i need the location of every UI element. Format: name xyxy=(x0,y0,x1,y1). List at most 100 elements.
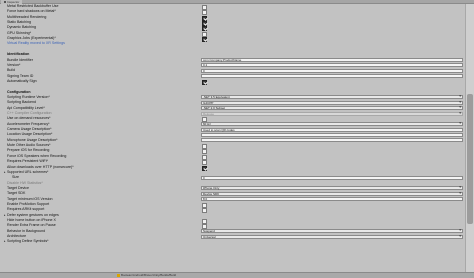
foldout-arrow-icon[interactable]: ▸ xyxy=(4,213,6,218)
setting-row-metal-restricted-backbuffer-use[interactable]: Metal Restricted Backbuffer Use xyxy=(0,4,465,10)
setting-label: Version* xyxy=(7,62,21,67)
setting-label: Scripting Define Symbols* xyxy=(7,239,49,244)
setting-row-target-sdk[interactable]: Target SDK Device SDK xyxy=(0,191,465,196)
setting-row-size[interactable]: Size 0 xyxy=(0,175,465,180)
setting-row-virtual-reality-moved-to-xr-settings[interactable]: Virtual Reality moved to XR Settings xyxy=(0,41,465,46)
inspector-icon xyxy=(4,1,6,3)
setting-label: Static Batching xyxy=(7,20,31,25)
setting-row-requires-arkit-support[interactable]: Requires ARKit support xyxy=(0,207,465,214)
setting-row-requires-persistent-wifi[interactable]: Requires Persistent WiFi* xyxy=(0,159,465,166)
setting-row-configuration: Configuration xyxy=(0,90,465,95)
setting-row-architecture[interactable]: Architecture Universal xyxy=(0,234,465,239)
foldout-arrow-icon[interactable]: ▸ xyxy=(4,239,6,244)
setting-row-spacer xyxy=(0,47,465,52)
setting-row-bundle-identifier[interactable]: Bundle Identifier com.Company.ProductName xyxy=(0,58,465,63)
player-settings-panel: Metal Restricted Backbuffer Use Force har… xyxy=(0,4,465,272)
dropdown[interactable]: 60 Hz xyxy=(201,122,463,127)
text-field[interactable] xyxy=(201,138,463,143)
setting-label: Requires ARKit support xyxy=(7,207,45,212)
dropdown[interactable]: Universal xyxy=(201,234,463,239)
setting-label: Architecture xyxy=(7,234,27,239)
setting-row-force-hard-shadows-on-metal[interactable]: Force hard shadows on Metal* xyxy=(0,9,465,16)
setting-row-hide-home-button-on-iphone-x[interactable]: Hide home button on iPhone X xyxy=(0,218,465,224)
setting-row-gpu-skinning[interactable]: GPU Skinning* xyxy=(0,31,465,37)
dropdown[interactable]: Device SDK xyxy=(201,191,463,196)
setting-label: Mute Other Audio Sources* xyxy=(7,143,51,148)
setting-row-scripting-backend[interactable]: Scripting Backend IL2CPP xyxy=(0,100,465,105)
text-field[interactable]: com.Company.ProductName xyxy=(201,58,463,62)
setting-row-scripting-runtime-version[interactable]: Scripting Runtime Version* .NET 3.5 Equiv… xyxy=(0,95,465,100)
text-field[interactable]: 0 xyxy=(201,68,463,73)
setting-label: Force hard shadows on Metal* xyxy=(7,9,56,14)
setting-row-use-on-demand-resources[interactable]: Use on demand resources* xyxy=(0,116,465,123)
dropdown[interactable]: iPhone Only xyxy=(201,186,463,191)
setting-label: Signing Team ID xyxy=(7,73,34,78)
text-field[interactable]: 0.1 xyxy=(201,63,463,68)
text-field[interactable]: 8.0 xyxy=(201,197,463,202)
setting-row-prepare-ios-for-recording[interactable]: Prepare iOS for Recording xyxy=(0,148,465,155)
setting-label: Graphics Jobs (Experimental)* xyxy=(7,36,56,41)
setting-row-api-compatibility-level[interactable]: Api Compatibility Level* .NET 2.0 Subset xyxy=(0,106,465,111)
setting-label: Disable HW Statistics* xyxy=(7,180,43,185)
setting-row-multithreaded-rendering[interactable]: Multithreaded Rendering xyxy=(0,15,465,21)
setting-label: Bundle Identifier xyxy=(7,57,33,62)
setting-label: Scripting Backend xyxy=(7,100,36,105)
scrollbar-thumb[interactable] xyxy=(467,94,473,224)
setting-row-target-minimum-ios-version[interactable]: Target minimum iOS Version 8.0 xyxy=(0,197,465,202)
setting-row-enable-promotion-support[interactable]: Enable ProMotion Support xyxy=(0,202,465,208)
setting-label: Defer system gestures on edges xyxy=(7,212,59,217)
setting-row-scripting-define-symbols[interactable]: ▸ Scripting Define Symbols* xyxy=(0,239,465,244)
foldout-arrow-icon[interactable]: ▸ xyxy=(4,170,6,175)
setting-label[interactable]: Virtual Reality moved to XR Settings xyxy=(7,41,65,46)
dropdown[interactable]: IL2CPP xyxy=(201,100,463,105)
setting-label: Camera Usage Description* xyxy=(7,127,52,132)
vertical-scrollbar[interactable] xyxy=(465,4,474,272)
setting-label: Microphone Usage Description* xyxy=(7,137,58,142)
setting-label: Dynamic Batching xyxy=(7,25,36,30)
setting-row-force-ios-speakers-when-recording[interactable]: Force iOS Speakers when Recording xyxy=(0,153,465,160)
setting-label: Allow downloads over HTTP (nonsecure)* xyxy=(7,164,74,169)
setting-label: Target SDK xyxy=(7,191,26,196)
setting-label: Accelerometer Frequency* xyxy=(7,121,50,126)
setting-row-defer-system-gestures-on-edges[interactable]: ▸ Defer system gestures on edges xyxy=(0,213,465,218)
text-field[interactable] xyxy=(201,74,463,79)
setting-row-build[interactable]: Build 0 xyxy=(0,68,465,73)
setting-label: Metal Restricted Backbuffer Use xyxy=(7,4,59,8)
text-field[interactable] xyxy=(201,132,463,137)
setting-row-microphone-usage-description[interactable]: Microphone Usage Description* xyxy=(0,138,465,143)
setting-row-signing-team-id[interactable]: Signing Team ID xyxy=(0,74,465,79)
setting-row-render-extra-frame-on-pause[interactable]: Render Extra Frame on Pause xyxy=(0,223,465,230)
setting-row-graphics-jobs-experimental[interactable]: Graphics Jobs (Experimental)* xyxy=(0,36,465,43)
setting-label: Location Usage Description* xyxy=(7,132,53,137)
setting-row-supported-url-schemes[interactable]: ▸ Supported URL schemes* xyxy=(0,170,465,175)
setting-label: Supported URL schemes* xyxy=(7,169,49,174)
setting-row-disable-hw-statistics: Disable HW Statistics* xyxy=(0,181,465,186)
setting-row-version[interactable]: Version* 0.1 xyxy=(0,63,465,68)
setting-label: Force iOS Speakers when Recording xyxy=(7,153,67,158)
setting-label: Automatically Sign xyxy=(7,78,37,83)
setting-row-accelerometer-frequency[interactable]: Accelerometer Frequency* 60 Hz xyxy=(0,122,465,127)
setting-row-allow-downloads-over-http-nonsecure[interactable]: Allow downloads over HTTP (nonsecure)* xyxy=(0,164,465,171)
setting-row-automatically-sign[interactable]: Automatically Sign xyxy=(0,78,465,85)
dropdown[interactable]: Suspend xyxy=(201,229,463,234)
dropdown[interactable]: .NET 3.5 Equivalent xyxy=(201,95,463,100)
setting-row-target-device[interactable]: Target Device iPhone Only xyxy=(0,186,465,191)
setting-row-behavior-in-background[interactable]: Behavior in Background Suspend xyxy=(0,229,465,234)
status-text: Boolean/Android/Bravo/Unity/Builds/Build xyxy=(121,273,177,277)
dropdown: Release xyxy=(201,111,463,116)
text-field[interactable]: Used to scan QR codes xyxy=(201,127,463,132)
setting-row-location-usage-description[interactable]: Location Usage Description* xyxy=(0,132,465,137)
setting-row-dynamic-batching[interactable]: Dynamic Batching xyxy=(0,25,465,32)
status-message: Boolean/Android/Bravo/Unity/Builds/Build xyxy=(117,273,176,278)
setting-label: C++ Compiler Configuration xyxy=(7,111,52,115)
setting-row-camera-usage-description[interactable]: Camera Usage Description* Used to scan QR… xyxy=(0,127,465,132)
setting-label: Scripting Runtime Version* xyxy=(7,94,50,99)
setting-label: Api Compatibility Level* xyxy=(7,105,45,110)
text-field[interactable]: 0 xyxy=(201,175,463,180)
setting-row-static-batching[interactable]: Static Batching xyxy=(0,20,465,27)
setting-label: Target minimum iOS Version xyxy=(7,196,53,201)
setting-row-mute-other-audio-sources[interactable]: Mute Other Audio Sources* xyxy=(0,143,465,150)
setting-row-c-compiler-configuration[interactable]: C++ Compiler Configuration Release xyxy=(0,111,465,116)
dropdown[interactable]: .NET 2.0 Subset xyxy=(201,106,463,111)
setting-label: Render Extra Frame on Pause xyxy=(7,223,56,228)
